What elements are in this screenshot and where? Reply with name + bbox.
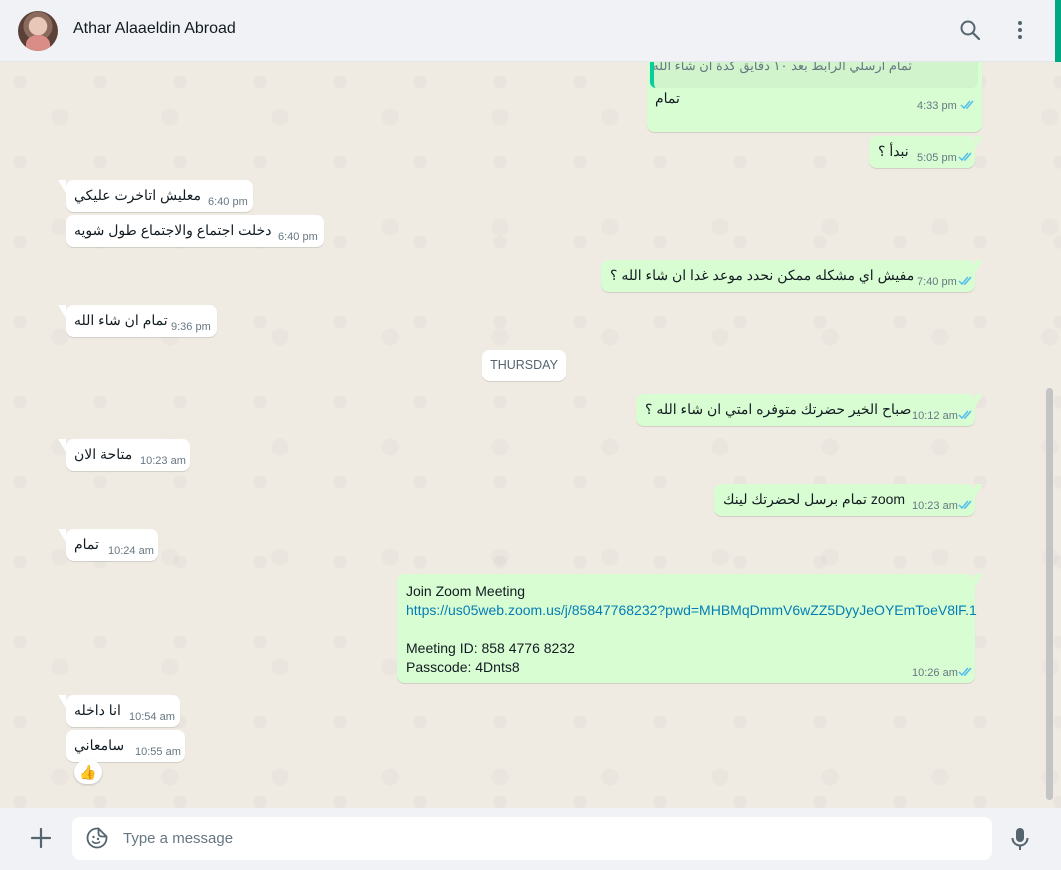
zoom-invite-text: Join Zoom Meeting https://us05web.zoom.u… [406, 582, 977, 677]
message-text: تمام برسل لحضرتك لينك zoom [723, 491, 906, 507]
contact-name[interactable]: Athar Alaaeldin Abroad [73, 20, 236, 38]
read-receipt-icon [960, 100, 974, 110]
search-icon[interactable] [958, 18, 982, 42]
read-receipt-icon [958, 276, 972, 286]
message-text: تمام [655, 90, 680, 106]
message-text: تمام [74, 536, 99, 552]
message-time: 5:05 pm [917, 152, 957, 164]
message-input[interactable]: Type a message [72, 817, 992, 860]
reaction-thumbs-up-icon[interactable]: 👍 [74, 760, 102, 784]
quoted-text: تمام ارسلي الرابط بعد ١٠ دقايق كدة ان شا… [652, 62, 912, 73]
zoom-title: Join Zoom Meeting [406, 583, 526, 599]
read-receipt-icon [958, 667, 972, 677]
message-bubble-incoming[interactable]: انا داخله 10:54 am [58, 695, 180, 727]
date-separator: THURSDAY [482, 350, 566, 381]
message-text: معليش اتاخرت عليكي [74, 187, 201, 203]
message-text: صباح الخير حضرتك متوفره امتي ان شاء الله… [645, 401, 912, 417]
message-bubble-outgoing[interactable]: تمام برسل لحضرتك لينك zoom 10:23 am [714, 484, 983, 516]
zoom-link[interactable]: https://us05web.zoom.us/j/85847768232?pw… [406, 601, 977, 620]
message-time: 10:23 am [912, 500, 958, 512]
message-time: 7:40 pm [917, 276, 957, 288]
message-input-placeholder: Type a message [123, 830, 234, 847]
zoom-meeting-id: Meeting ID: 858 4776 8232 [406, 640, 575, 656]
message-bubble-outgoing[interactable]: Join Zoom Meeting https://us05web.zoom.u… [397, 574, 983, 683]
message-bubble-incoming[interactable]: معليش اتاخرت عليكي 6:40 pm [58, 180, 253, 212]
read-receipt-icon [958, 500, 972, 510]
message-time: 6:40 pm [278, 231, 318, 243]
message-time: 10:54 am [129, 711, 175, 723]
message-text: انا داخله [74, 702, 121, 718]
message-time: 10:24 am [108, 545, 154, 557]
composer-bar: Type a message [0, 808, 1061, 870]
message-list[interactable]: تمام ارسلي الرابط بعد ١٠ دقايق كدة ان شا… [0, 62, 1061, 808]
read-receipt-icon [958, 152, 972, 162]
message-text: دخلت اجتماع والاجتماع طول شويه [74, 222, 272, 238]
chat-scrollbar[interactable] [1046, 388, 1053, 800]
message-bubble-outgoing[interactable]: مفيش اي مشكله ممكن نحدد موعد غدا ان شاء … [601, 260, 983, 292]
message-text: سامعاني [74, 737, 125, 753]
message-time: 6:40 pm [208, 196, 248, 208]
mic-icon[interactable] [1010, 827, 1030, 851]
message-bubble-incoming[interactable]: تمام ان شاء الله 9:36 pm [58, 305, 217, 337]
message-time: 4:33 pm [917, 100, 957, 112]
message-text: متاحة الان [74, 446, 133, 462]
message-bubble-outgoing[interactable]: نبدأ ؟ 5:05 pm [869, 136, 983, 168]
message-text: مفيش اي مشكله ممكن نحدد موعد غدا ان شاء … [610, 267, 915, 283]
message-time: 10:12 am [912, 410, 958, 422]
contact-avatar[interactable] [18, 11, 58, 51]
message-text: تمام ان شاء الله [74, 312, 168, 328]
message-bubble-incoming[interactable]: تمام 10:24 am [58, 529, 158, 561]
plus-icon[interactable] [28, 825, 54, 851]
message-bubble-outgoing[interactable]: تمام ارسلي الرابط بعد ١٠ دقايق كدة ان شا… [647, 62, 982, 132]
menu-icon[interactable] [1008, 18, 1032, 42]
message-bubble-incoming[interactable]: متاحة الان 10:23 am [58, 439, 190, 471]
message-bubble-incoming[interactable]: سامعاني 10:55 am [66, 730, 185, 762]
chat-header: Athar Alaaeldin Abroad [0, 0, 1061, 62]
message-bubble-outgoing[interactable]: صباح الخير حضرتك متوفره امتي ان شاء الله… [636, 394, 983, 426]
quoted-message[interactable]: تمام ارسلي الرابط بعد ١٠ دقايق كدة ان شا… [650, 62, 978, 88]
message-time: 9:36 pm [171, 321, 211, 333]
message-time: 10:23 am [140, 455, 186, 467]
read-receipt-icon [958, 410, 972, 420]
message-bubble-incoming[interactable]: دخلت اجتماع والاجتماع طول شويه 6:40 pm [66, 215, 324, 247]
message-time: 10:55 am [135, 746, 181, 758]
message-text: نبدأ ؟ [878, 143, 909, 159]
zoom-passcode: Passcode: 4Dnts8 [406, 659, 520, 675]
sticker-icon[interactable] [86, 827, 108, 849]
message-time: 10:26 am [912, 667, 958, 679]
